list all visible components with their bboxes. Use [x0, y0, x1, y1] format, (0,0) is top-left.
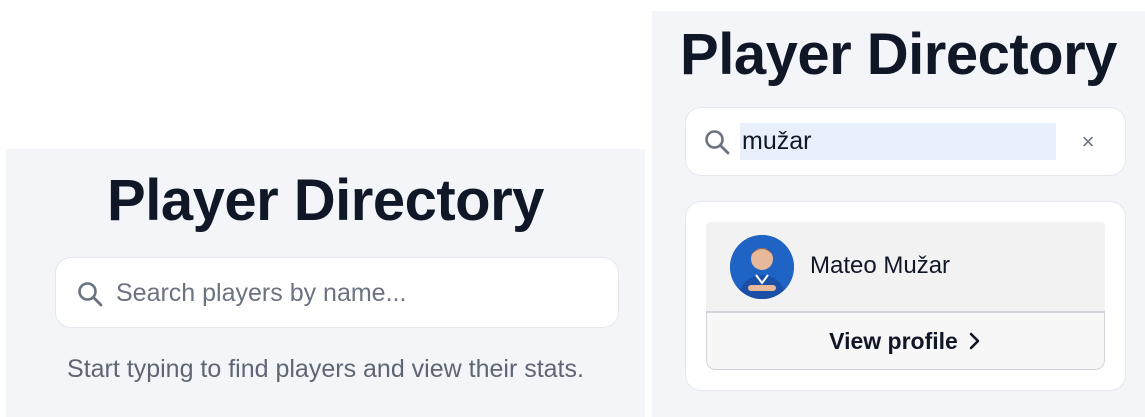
search-icon	[78, 282, 103, 307]
close-icon[interactable]: ×	[1074, 125, 1102, 159]
player-avatar	[730, 235, 794, 299]
page-title: Player Directory	[107, 168, 544, 233]
page-title: Player Directory	[680, 22, 1117, 87]
search-results-card: Mateo Mužar View profile	[685, 201, 1126, 391]
empty-state-hint: Start typing to find players and view th…	[67, 355, 584, 383]
search-input[interactable]	[116, 274, 596, 312]
view-profile-button[interactable]: View profile	[706, 312, 1105, 370]
search-input[interactable]	[740, 123, 1056, 160]
search-box	[55, 257, 619, 328]
search-icon	[705, 130, 730, 155]
list-item[interactable]: Mateo Mužar	[706, 222, 1105, 312]
search-box: ×	[685, 107, 1126, 176]
player-directory-empty-state: Player Directory Start typing to find pl…	[6, 149, 645, 417]
player-directory-results-state: Player Directory ×	[652, 11, 1145, 417]
page: Player Directory Start typing to find pl…	[0, 0, 1145, 417]
view-profile-label: View profile	[829, 327, 958, 354]
player-name: Mateo Mužar	[810, 252, 951, 279]
chevron-right-icon	[969, 332, 980, 350]
